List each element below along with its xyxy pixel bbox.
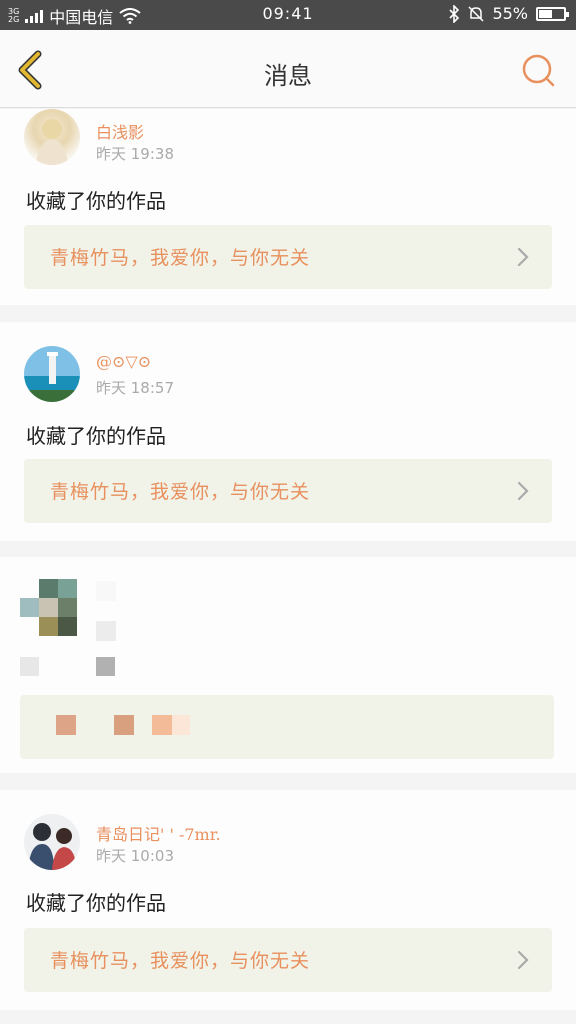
censored-work-title-mosaic [56, 715, 196, 735]
action-text: 收藏了你的作品 [26, 424, 166, 448]
chevron-right-icon [517, 247, 529, 267]
mute-icon [468, 5, 484, 22]
status-right: 55% [448, 4, 569, 23]
avatar-figure-icon [36, 119, 68, 165]
work-link[interactable] [20, 695, 554, 759]
message-time: 昨天 19:38 [96, 145, 174, 163]
user-name[interactable]: 白浅影 [96, 119, 144, 143]
status-bar: 3G 2G 中国电信 09:41 55% [0, 0, 576, 30]
action-text: 收藏了你的作品 [26, 189, 166, 213]
bluetooth-icon [449, 4, 460, 23]
chevron-right-icon [517, 481, 529, 501]
avatar[interactable] [24, 814, 80, 870]
battery-percent: 55% [492, 4, 528, 23]
action-text: 收藏了你的作品 [26, 891, 166, 915]
censored-text-mosaic [20, 657, 116, 677]
avatar-couple-icon [28, 823, 76, 870]
message-time: 昨天 10:03 [96, 847, 174, 865]
battery-icon [536, 6, 569, 21]
user-name[interactable]: @⊙▽⊙ [96, 352, 151, 371]
message-card[interactable]: @⊙▽⊙ 昨天 18:57 收藏了你的作品 青梅竹马，我爱你，与你无关 [0, 322, 576, 541]
user-name[interactable]: 青岛日记' ' -7mr. [96, 821, 221, 845]
page-title: 消息 [264, 62, 312, 90]
message-card[interactable]: 青岛日记' ' -7mr. 昨天 10:03 收藏了你的作品 青梅竹马，我爱你，… [0, 790, 576, 1010]
message-time: 昨天 18:57 [96, 379, 174, 397]
work-title: 青梅竹马，我爱你，与你无关 [50, 950, 311, 972]
censored-avatar-mosaic [20, 579, 77, 636]
battery-fill [539, 9, 552, 18]
message-card[interactable]: 白浅影 昨天 19:38 收藏了你的作品 青梅竹马，我爱你，与你无关 [0, 109, 576, 305]
work-link[interactable]: 青梅竹马，我爱你，与你无关 [24, 459, 552, 523]
app-header: 消息 [0, 30, 576, 108]
censored-name-mosaic [96, 581, 116, 641]
avatar[interactable] [24, 109, 80, 165]
work-link[interactable]: 青梅竹马，我爱你，与你无关 [24, 225, 552, 289]
avatar[interactable] [24, 346, 80, 402]
message-card-censored[interactable] [0, 557, 576, 773]
avatar-lighthouse-icon [24, 346, 80, 402]
chevron-right-icon [517, 950, 529, 970]
work-link[interactable]: 青梅竹马，我爱你，与你无关 [24, 928, 552, 992]
work-title: 青梅竹马，我爱你，与你无关 [50, 247, 311, 269]
search-icon[interactable] [518, 50, 558, 90]
work-title: 青梅竹马，我爱你，与你无关 [50, 481, 311, 503]
